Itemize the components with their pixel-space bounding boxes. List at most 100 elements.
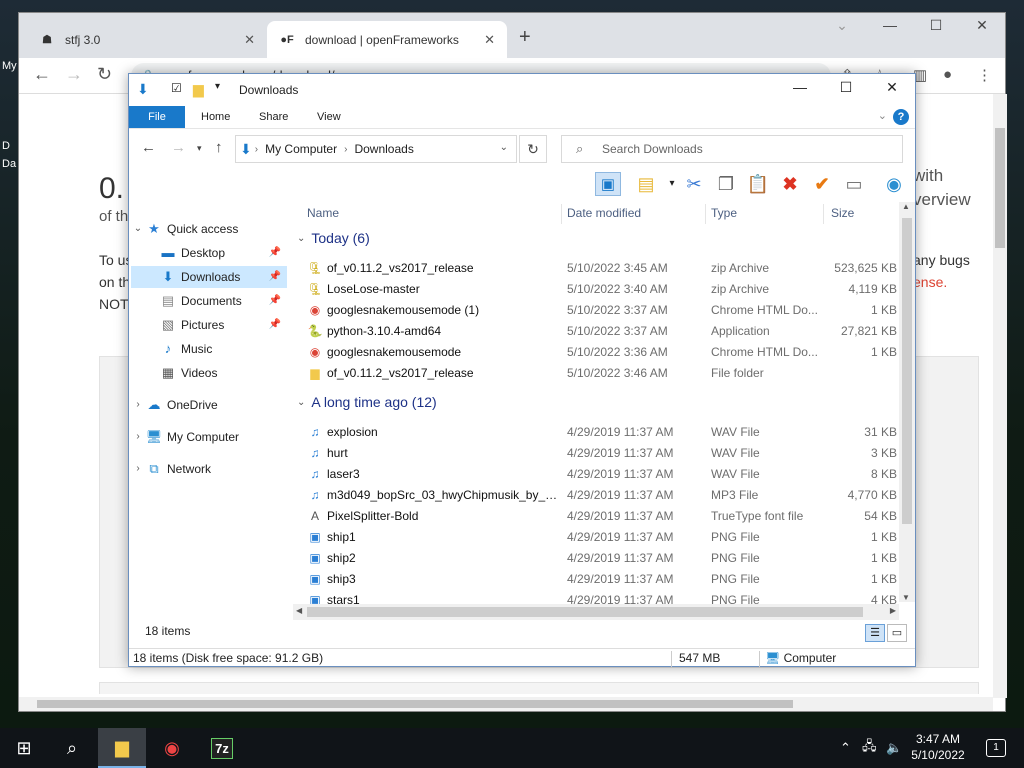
chevron-down-icon[interactable]: ⌄ <box>297 233 305 244</box>
column-header-size[interactable]: Size <box>831 200 854 226</box>
properties-icon[interactable]: ☑ <box>171 81 182 95</box>
paste-icon[interactable]: 📋 <box>745 172 771 196</box>
close-window-button[interactable]: ✕ <box>869 79 915 96</box>
breadcrumb-mycomputer[interactable]: My Computer <box>265 142 337 156</box>
file-row[interactable]: 🗜 LoseLose-master 5/10/2022 3:40 AM zip Arc… <box>307 279 897 300</box>
nav-item-network[interactable]: › ⧉ Network <box>131 458 287 480</box>
file-row[interactable]: ▆ of_v0.11.2_vs2017_release 5/10/2022 3:46… <box>307 363 897 384</box>
file-row[interactable]: ♫ m3d049_bopSrc_03_hwyChipmusik_by_xi... 4… <box>307 485 898 506</box>
group-header[interactable]: ⌄ Today (6) <box>297 230 370 246</box>
chevron-down-icon[interactable]: ⌄ <box>878 109 887 122</box>
preview-pane-icon[interactable]: ▣ <box>595 172 621 196</box>
tab-stfj[interactable]: ☗ stfj 3.0 ✕ <box>27 21 267 58</box>
file-row[interactable]: ♫ explosion 4/29/2019 11:37 AM WAV File 31 K… <box>307 422 898 443</box>
nav-quick-access[interactable]: ⌄ ★ Quick access <box>131 218 287 240</box>
maximize-button[interactable]: ☐ <box>823 79 869 96</box>
address-bar[interactable]: ⬇ › My Computer › Downloads ⌄ <box>235 135 517 163</box>
chevron-down-icon[interactable]: ▾ <box>215 81 220 92</box>
file-list-hscrollbar[interactable]: ◀ ▶ <box>293 604 899 620</box>
nav-item-mycomputer[interactable]: › 🖥 My Computer <box>131 426 287 448</box>
nav-item-onedrive[interactable]: › ☁ OneDrive <box>131 394 287 416</box>
nav-item-videos[interactable]: ▦ Videos <box>131 362 287 384</box>
new-tab-button[interactable]: + <box>519 26 531 49</box>
maximize-button[interactable]: ☐ <box>913 17 959 34</box>
chevron-down-icon[interactable]: ⌄ <box>297 397 305 408</box>
checkmark-icon[interactable]: ✔ <box>809 172 835 196</box>
chevron-down-icon[interactable]: ⌄ <box>500 142 508 153</box>
chevron-right-icon[interactable]: › <box>131 458 145 480</box>
nav-item-pictures[interactable]: ▧ Pictures 📌 <box>131 314 287 336</box>
chevron-down-icon[interactable]: ⌄ <box>819 17 865 34</box>
up-button[interactable]: ↑ <box>215 139 223 156</box>
reload-button[interactable]: ↻ <box>97 64 112 85</box>
search-input[interactable]: ⌕ Search Downloads <box>561 135 903 163</box>
file-row[interactable]: ♫ laser3 4/29/2019 11:37 AM WAV File 8 KB <box>307 464 898 485</box>
network-icon[interactable]: 🖧 <box>862 728 877 768</box>
chevron-up-icon[interactable]: ⌃ <box>840 728 851 768</box>
file-row[interactable]: ♫ hurt 4/29/2019 11:37 AM WAV File 3 KB <box>307 443 898 464</box>
column-header-name[interactable]: Name <box>307 200 339 226</box>
column-header-date[interactable]: Date modified <box>567 200 641 226</box>
file-row[interactable]: 🐍 python-3.10.4-amd64 5/10/2022 3:37 AM App… <box>307 321 897 342</box>
chevron-down-icon[interactable]: ⌄ <box>131 218 145 240</box>
close-icon[interactable]: ✕ <box>244 32 255 48</box>
file-list-scrollbar[interactable]: ▲ ▼ <box>899 202 915 602</box>
menu-icon[interactable]: ⋮ <box>977 66 992 84</box>
help-icon[interactable]: ? <box>893 109 909 125</box>
back-button[interactable]: ← <box>141 139 156 156</box>
file-row[interactable]: ▣ ship3 4/29/2019 11:37 AM PNG File 1 KB <box>307 569 897 590</box>
tab-openframeworks[interactable]: ●F download | openFrameworks ✕ <box>267 21 507 58</box>
breadcrumb-downloads[interactable]: Downloads <box>354 142 413 156</box>
chevron-right-icon[interactable]: ▶ <box>890 606 896 615</box>
group-header[interactable]: ⌄ A long time ago (12) <box>297 394 437 410</box>
tab-share[interactable]: Share <box>245 106 302 128</box>
nav-item-music[interactable]: ♪ Music <box>131 338 287 360</box>
close-window-button[interactable]: ✕ <box>959 17 1005 34</box>
rename-icon[interactable]: ▭ <box>841 172 867 196</box>
cut-icon[interactable]: ✂ <box>681 172 707 196</box>
file-row[interactable]: ◉ googlesnakemousemode 5/10/2022 3:36 AM Ch… <box>307 342 897 363</box>
column-header-type[interactable]: Type <box>711 200 737 226</box>
tab-home[interactable]: Home <box>187 106 244 128</box>
folder-icon[interactable]: ▆ <box>193 81 204 98</box>
file-row[interactable]: ▣ ship2 4/29/2019 11:37 AM PNG File 1 KB <box>307 548 897 569</box>
copy-icon[interactable]: ❐ <box>713 172 739 196</box>
page-scrollbar[interactable] <box>993 94 1007 698</box>
nav-item-downloads[interactable]: ⬇ Downloads 📌 <box>131 266 287 288</box>
notification-icon[interactable]: 1 <box>986 728 1006 768</box>
start-button[interactable]: ⊞ <box>0 728 48 768</box>
forward-button[interactable]: → <box>171 139 186 156</box>
page-hscrollbar[interactable] <box>19 697 993 711</box>
chevron-down-icon[interactable]: ▼ <box>902 593 910 602</box>
chevron-right-icon[interactable]: › <box>131 394 145 416</box>
chevron-right-icon[interactable]: › <box>131 426 145 448</box>
file-row[interactable]: 🗜 of_v0.11.2_vs2017_release 5/10/2022 3:45… <box>307 258 897 279</box>
back-button[interactable]: ← <box>33 64 51 85</box>
minimize-button[interactable]: — <box>867 17 913 33</box>
delete-icon[interactable]: ✖ <box>777 172 803 196</box>
file-row[interactable]: ▣ ship1 4/29/2019 11:37 AM PNG File 1 KB <box>307 527 897 548</box>
forward-button[interactable]: → <box>65 64 83 85</box>
7zip-icon[interactable]: 7z <box>198 728 246 768</box>
close-icon[interactable]: ✕ <box>484 32 495 48</box>
clock[interactable]: 3:47 AM 5/10/2022 <box>908 731 968 763</box>
refresh-button[interactable]: ↻ <box>519 135 547 163</box>
chrome-icon[interactable]: ◉ <box>148 728 196 768</box>
volume-icon[interactable]: 🔈 <box>886 728 902 768</box>
tab-view[interactable]: View <box>303 106 355 128</box>
new-folder-icon[interactable]: ▤ <box>633 172 659 196</box>
file-row[interactable]: A PixelSplitter-Bold 4/29/2019 11:37 AM Tru… <box>307 506 897 527</box>
license-link[interactable]: ense. <box>913 271 970 293</box>
file-row[interactable]: ◉ googlesnakemousemode (1) 5/10/2022 3:37 … <box>307 300 897 321</box>
tab-file[interactable]: File <box>129 106 185 128</box>
globe-icon[interactable]: ◉ <box>881 172 907 196</box>
recent-locations-icon[interactable]: ▾ <box>197 143 202 154</box>
details-view-icon[interactable]: ☰ <box>865 624 885 642</box>
file-explorer-icon[interactable]: ▆ <box>98 728 146 768</box>
minimize-button[interactable]: — <box>777 79 823 95</box>
search-icon[interactable]: ⌕ <box>48 728 96 768</box>
profile-icon[interactable]: ● <box>943 66 952 83</box>
chevron-left-icon[interactable]: ◀ <box>296 606 302 615</box>
nav-item-desktop[interactable]: ▬ Desktop 📌 <box>131 242 287 264</box>
chevron-up-icon[interactable]: ▲ <box>902 202 910 211</box>
